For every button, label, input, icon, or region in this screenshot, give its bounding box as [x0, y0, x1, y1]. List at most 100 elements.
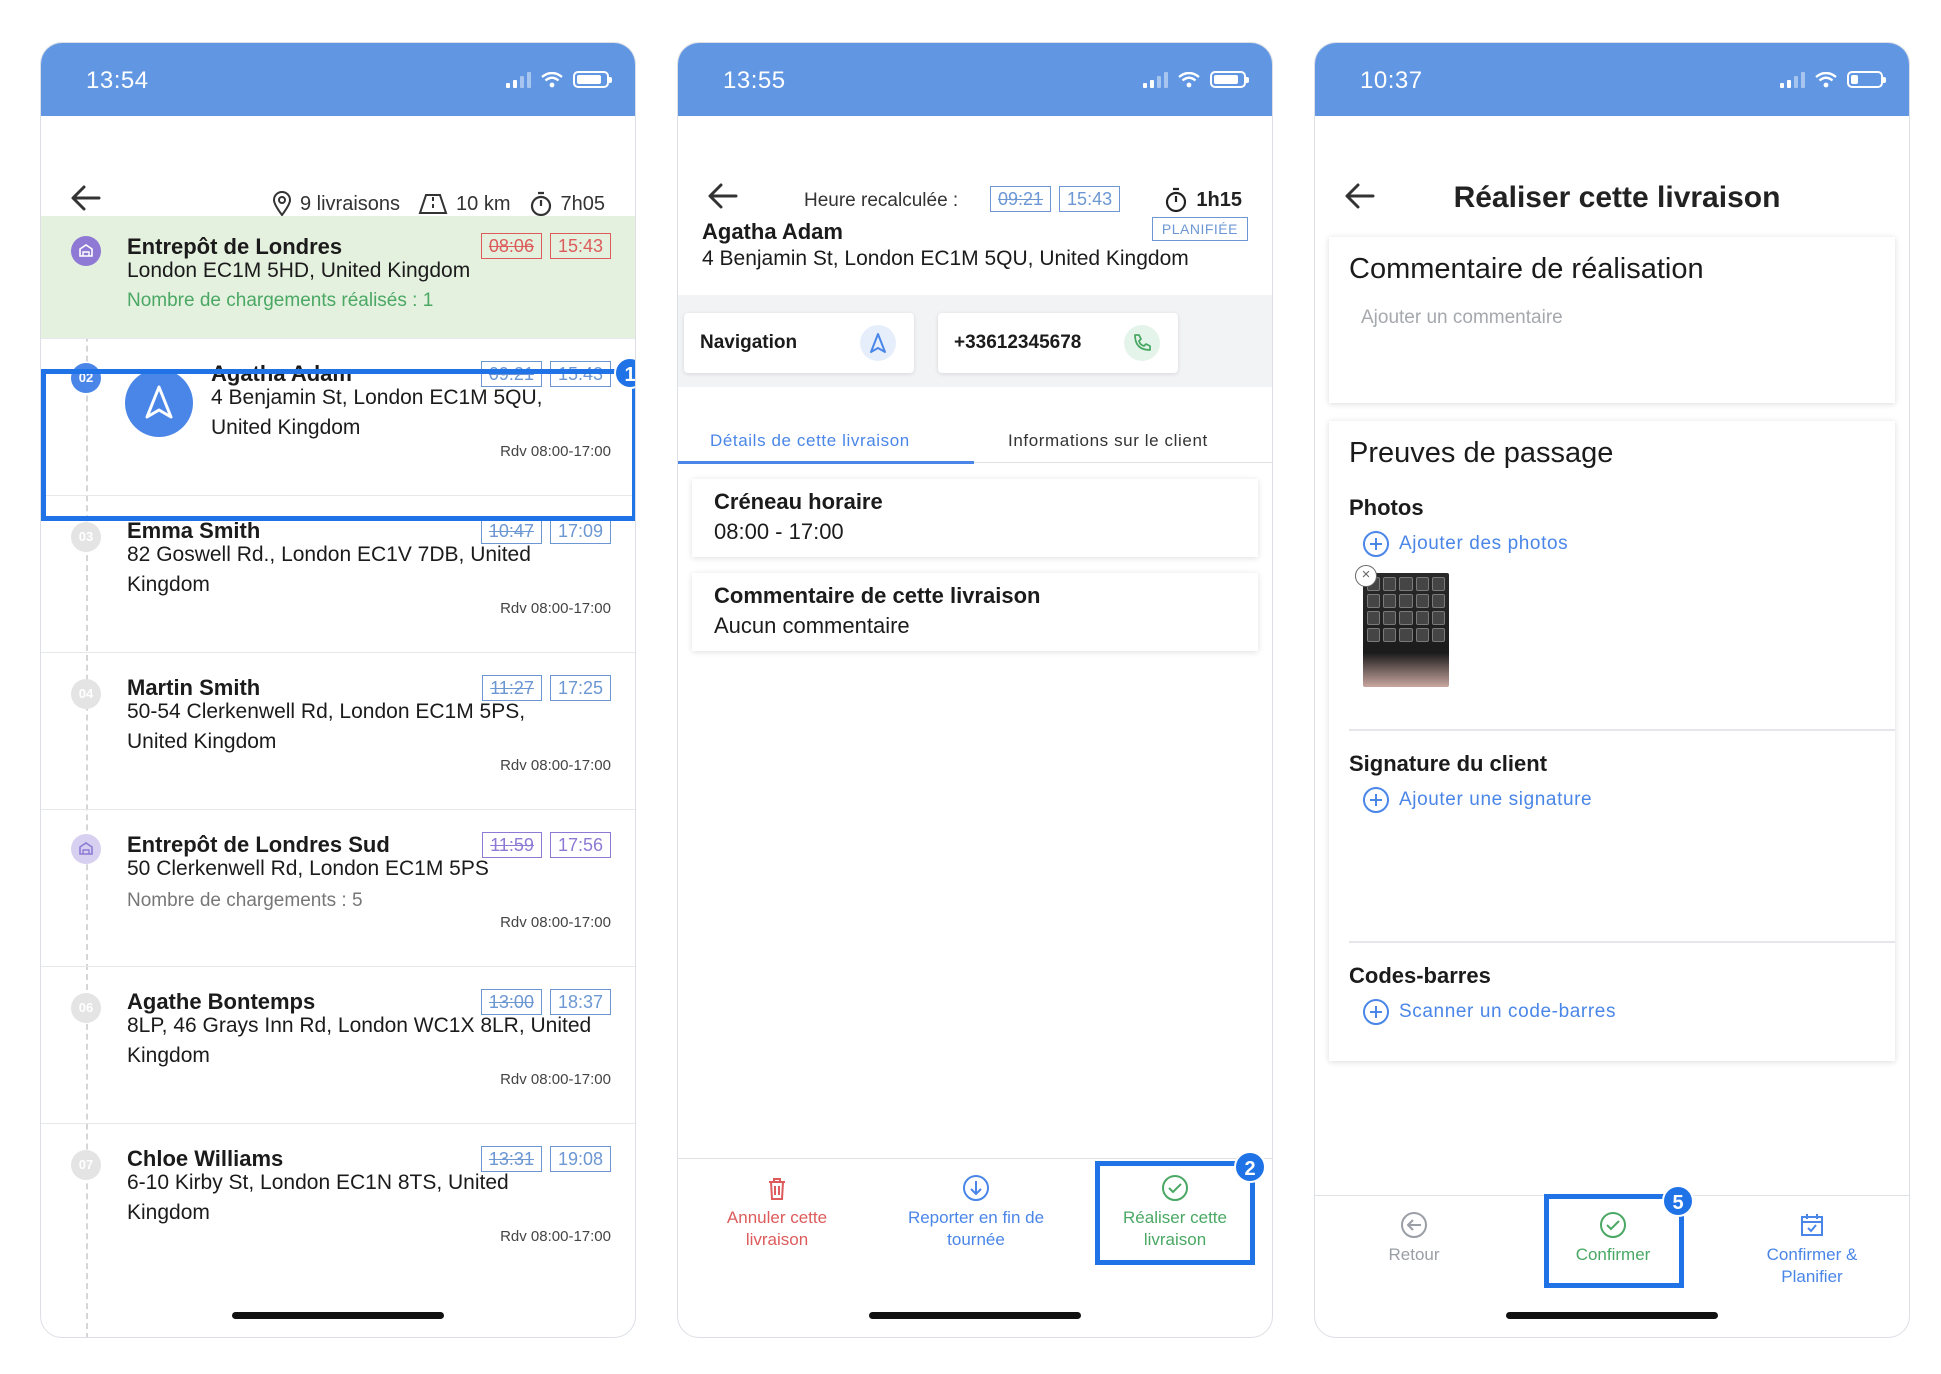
customer-address: 4 Benjamin St, London EC1M 5QU, United K… [702, 247, 1189, 270]
arrow-down-circle-icon [963, 1175, 989, 1201]
route-summary: 9 livraisons 10 km 7h05 [264, 191, 605, 217]
delivery-comment-title: Commentaire de cette livraison [714, 583, 1041, 608]
navigation-label: Navigation [700, 332, 798, 353]
recalculated-time: 17:25 [549, 675, 611, 701]
route-duration: 7h05 [560, 192, 606, 215]
postpone-delivery-button[interactable]: Reporter en fin de tournée [881, 1159, 1071, 1251]
time-slot-card: Créneau horaire 08:00 - 17:00 [692, 479, 1258, 557]
planned-time: 08:06 [480, 233, 542, 259]
list-item-chloe-williams[interactable]: 07 Chloe Williams 6-10 Kirby St, London … [41, 1124, 635, 1281]
list-item-warehouse-south[interactable]: Entrepôt de Londres Sud 50 Clerkenwell R… [41, 810, 635, 967]
tab-delivery-details[interactable]: Détails de cette livraison [710, 431, 910, 451]
list-item-warehouse[interactable]: Entrepôt de Londres London EC1M 5HD, Uni… [41, 216, 635, 339]
cancel-label-line1: Annuler cette [726, 1208, 828, 1227]
comment-input[interactable]: Ajouter un commentaire [1361, 307, 1563, 329]
wifi-icon [541, 71, 563, 87]
back-circle-icon [1401, 1212, 1427, 1238]
plus-circle-icon [1363, 787, 1389, 813]
navigation-button[interactable]: Navigation [684, 313, 914, 373]
stop-address-line2: Kingdom [127, 573, 210, 596]
delivery-comment-card: Commentaire de cette livraison Aucun com… [692, 573, 1258, 651]
time-slot-title: Créneau horaire [714, 489, 883, 514]
confirm-and-plan-button[interactable]: Confirmer & Planifier [1717, 1196, 1907, 1288]
battery-icon [1210, 71, 1249, 88]
trash-icon [769, 1178, 785, 1200]
plus-circle-icon [1363, 999, 1389, 1025]
warehouse-icon [71, 834, 101, 864]
navigation-arrow-icon [860, 325, 896, 361]
recalculated-time-label: Heure recalculée : [804, 190, 959, 211]
scan-barcode-button[interactable]: Scanner un code-barres [1363, 999, 1616, 1025]
delivery-detail-screen: 13:55 Heure recalculée : 09:21 15:43 1h1… [677, 42, 1273, 1338]
wifi-icon [1178, 71, 1200, 87]
status-time: 13:54 [86, 67, 149, 94]
add-signature-label: Ajouter une signature [1399, 789, 1593, 810]
recalculated-time: 15:43 [549, 233, 611, 259]
signal-icon [506, 71, 531, 88]
stop-address-line1: 8LP, 46 Grays Inn Rd, London WC1X 8LR, U… [127, 1014, 592, 1037]
scan-barcode-label: Scanner un code-barres [1399, 1001, 1617, 1022]
list-item-agathe-bontemps[interactable]: 06 Agathe Bontemps 8LP, 46 Grays Inn Rd,… [41, 967, 635, 1124]
stop-number: 07 [71, 1150, 101, 1180]
section-divider [1349, 941, 1895, 943]
back-button[interactable]: Retour [1319, 1196, 1509, 1266]
step-badge: 5 [1662, 1185, 1694, 1217]
add-photos-button[interactable]: Ajouter des photos [1363, 531, 1568, 557]
stop-number: 04 [71, 679, 101, 709]
planned-time: 11:59 [482, 832, 542, 858]
postpone-label-line2: tournée [947, 1230, 1005, 1249]
status-bar: 10:37 [1315, 43, 1909, 116]
delivery-duration: 1h15 [1196, 188, 1242, 211]
battery-icon [573, 71, 612, 88]
location-pin-icon [272, 191, 291, 217]
highlight-box [41, 369, 635, 521]
active-tab-indicator [678, 461, 974, 464]
highlight-box [1095, 1161, 1255, 1265]
tab-customer-info[interactable]: Informations sur le client [1008, 431, 1208, 451]
detail-tabs: Détails de cette livraison Informations … [678, 413, 1272, 464]
add-signature-button[interactable]: Ajouter une signature [1363, 787, 1592, 813]
recalculated-time: 15:43 [1059, 186, 1121, 212]
phone-number: +33612345678 [954, 332, 1082, 353]
list-item-martin-smith[interactable]: 04 Martin Smith 50-54 Clerkenwell Rd, Lo… [41, 653, 635, 810]
complete-delivery-screen: 10:37 Réaliser cette livraison Commentai… [1314, 42, 1910, 1338]
signature-label: Signature du client [1349, 751, 1548, 776]
time-pair: 08:06 15:43 [480, 233, 611, 259]
wifi-icon [1815, 71, 1837, 87]
recalculated-time: 17:56 [549, 832, 611, 858]
home-indicator[interactable] [869, 1312, 1081, 1319]
home-indicator[interactable] [1506, 1312, 1718, 1319]
stop-number: 06 [71, 993, 101, 1023]
add-photos-label: Ajouter des photos [1399, 533, 1569, 554]
stop-address: 50 Clerkenwell Rd, London EC1M 5PS [127, 857, 489, 880]
road-icon [418, 194, 448, 214]
completion-comment-header: Commentaire de réalisation [1349, 253, 1704, 285]
status-time: 10:37 [1360, 67, 1423, 94]
appointment-window: Rdv 08:00-17:00 [500, 1228, 611, 1245]
back-arrow-icon[interactable] [69, 181, 103, 215]
photo-thumbnail[interactable] [1363, 573, 1449, 687]
remove-photo-icon[interactable]: × [1355, 565, 1377, 587]
page-title: Réaliser cette livraison [1453, 181, 1781, 214]
completion-comment-card: Commentaire de réalisation Ajouter un co… [1329, 237, 1895, 403]
recalculated-time: 19:08 [549, 1146, 611, 1172]
warehouse-icon [71, 236, 101, 266]
customer-name: Agatha Adam [702, 219, 843, 244]
planned-time: 13:00 [480, 989, 542, 1015]
battery-icon [1847, 71, 1886, 88]
planned-time: 11:27 [482, 675, 542, 701]
stop-address-line1: 6-10 Kirby St, London EC1N 8TS, United [127, 1171, 509, 1194]
confirm-plan-label-line1: Confirmer & [1766, 1245, 1858, 1264]
recalculated-time: 17:09 [549, 518, 611, 544]
proofs-card: Preuves de passage Photos Ajouter des ph… [1329, 421, 1895, 1061]
back-label: Retour [1388, 1245, 1440, 1264]
appointment-window: Rdv 08:00-17:00 [500, 600, 611, 617]
cancel-label-line2: livraison [745, 1230, 809, 1249]
barcodes-label: Codes-barres [1349, 963, 1491, 988]
planned-time: 10:47 [480, 518, 542, 544]
plus-circle-icon [1363, 531, 1389, 557]
call-button[interactable]: +33612345678 [938, 313, 1178, 373]
cancel-delivery-button[interactable]: Annuler cette livraison [682, 1159, 872, 1251]
proofs-header: Preuves de passage [1349, 437, 1614, 469]
home-indicator[interactable] [232, 1312, 444, 1319]
